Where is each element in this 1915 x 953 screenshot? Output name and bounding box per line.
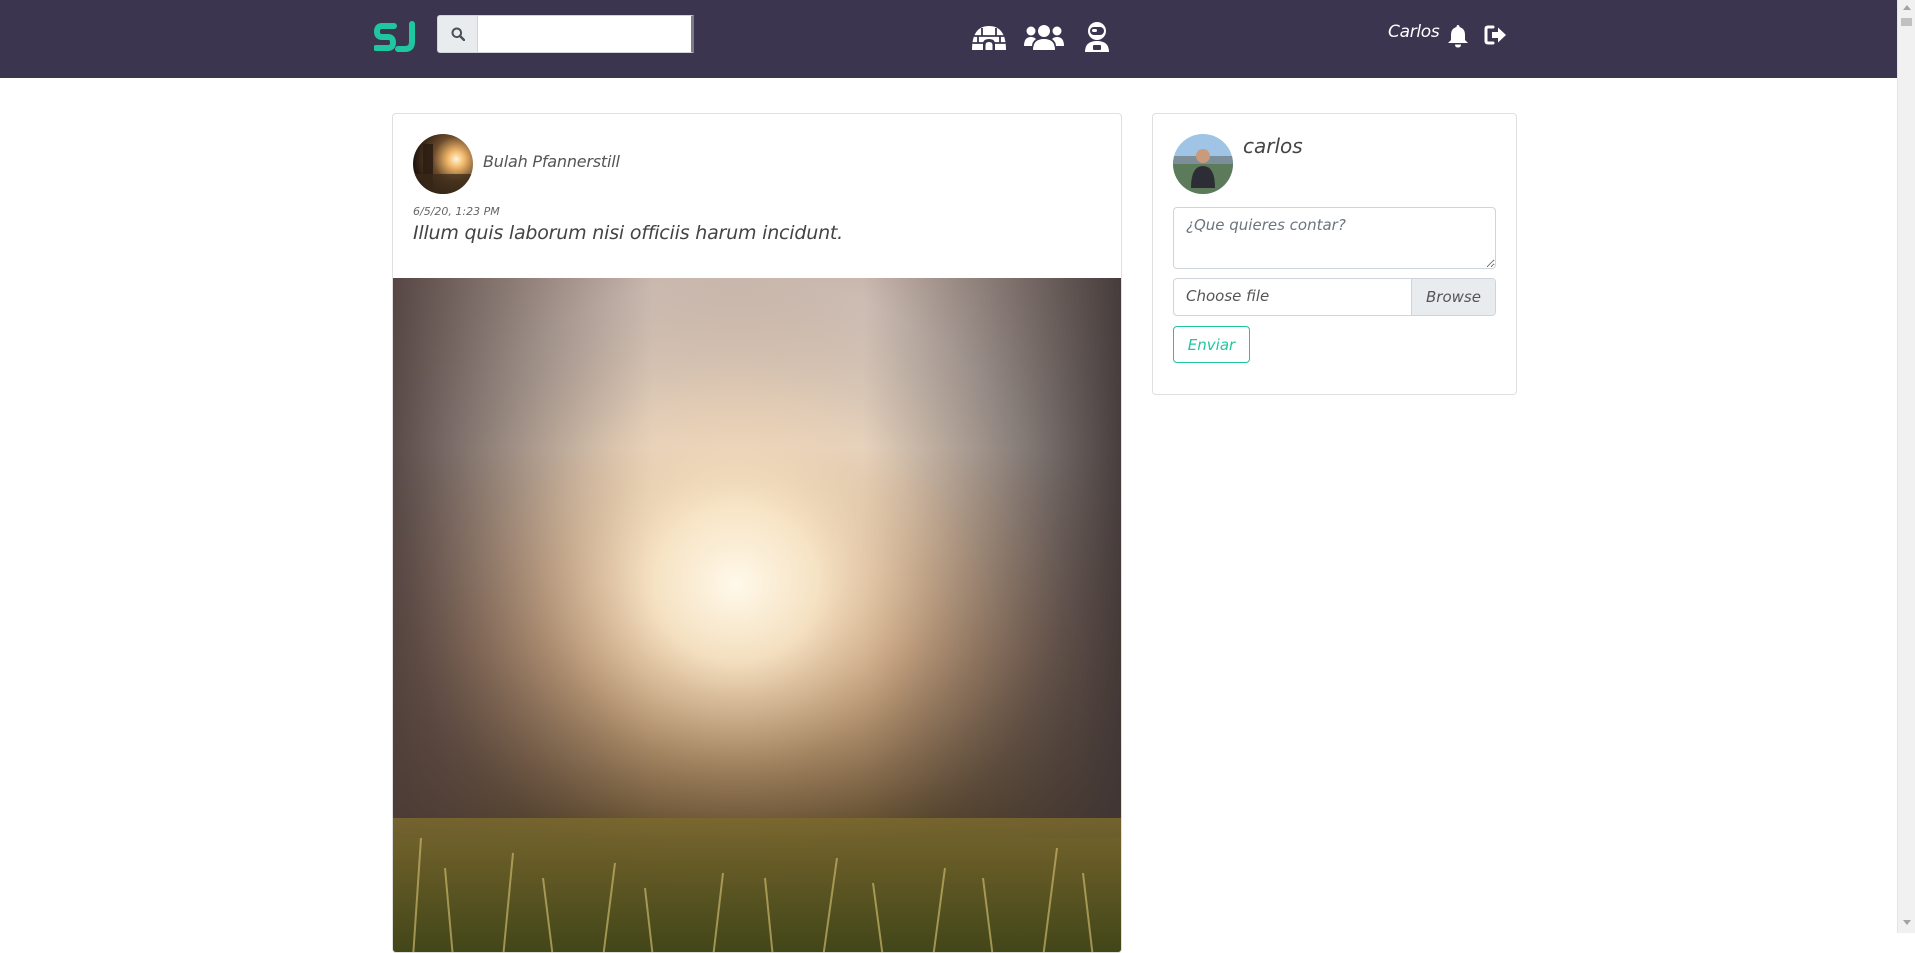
bell-icon: [1448, 25, 1468, 48]
post-photo: [393, 278, 1121, 952]
post-author-avatar[interactable]: [413, 134, 473, 194]
submit-button[interactable]: Enviar: [1173, 326, 1250, 363]
file-input-label: Choose file: [1186, 287, 1270, 305]
post-date: 6/5/20, 1:23 PM: [413, 205, 500, 218]
nav-username[interactable]: Carlos: [1388, 22, 1440, 42]
search-button[interactable]: [437, 15, 478, 53]
logo[interactable]: [373, 20, 418, 54]
nav-friends-button[interactable]: [1024, 20, 1064, 54]
search-bar: [437, 15, 694, 53]
scrollbar-thumb[interactable]: [1901, 18, 1912, 26]
user-astronaut-icon: [1085, 22, 1109, 52]
post-text: Illum quis laborum nisi officiis harum i…: [413, 222, 844, 244]
top-navbar: Carlos: [0, 0, 1897, 78]
user-avatar-image: [1173, 134, 1233, 194]
post-textarea[interactable]: [1173, 207, 1496, 269]
composer-card: carlos Choose file Browse Enviar: [1152, 113, 1517, 395]
nav-profile-button[interactable]: [1077, 20, 1117, 54]
search-icon: [451, 27, 465, 41]
nav-home-button[interactable]: [969, 20, 1009, 54]
sign-out-icon: [1484, 25, 1506, 45]
users-icon: [1024, 25, 1064, 50]
author-avatar-image: [413, 134, 473, 194]
browse-button[interactable]: Browse: [1411, 279, 1495, 315]
file-input[interactable]: Choose file Browse: [1173, 278, 1496, 316]
scroll-down-arrow-icon[interactable]: [1903, 920, 1911, 925]
logout-button[interactable]: [1484, 24, 1508, 46]
scroll-up-arrow-icon[interactable]: [1903, 5, 1911, 10]
notifications-button[interactable]: [1447, 24, 1469, 48]
search-input[interactable]: [478, 15, 694, 53]
post-card: Bulah Pfannerstill 6/5/20, 1:23 PM Illum…: [392, 113, 1122, 953]
logo-icon: [373, 21, 415, 52]
composer-avatar[interactable]: [1173, 134, 1233, 194]
igloo-icon: [972, 26, 1006, 50]
composer-username: carlos: [1243, 134, 1303, 158]
post-author-name[interactable]: Bulah Pfannerstill: [483, 152, 620, 171]
page-scrollbar[interactable]: [1897, 0, 1915, 933]
post-image[interactable]: [393, 278, 1121, 952]
